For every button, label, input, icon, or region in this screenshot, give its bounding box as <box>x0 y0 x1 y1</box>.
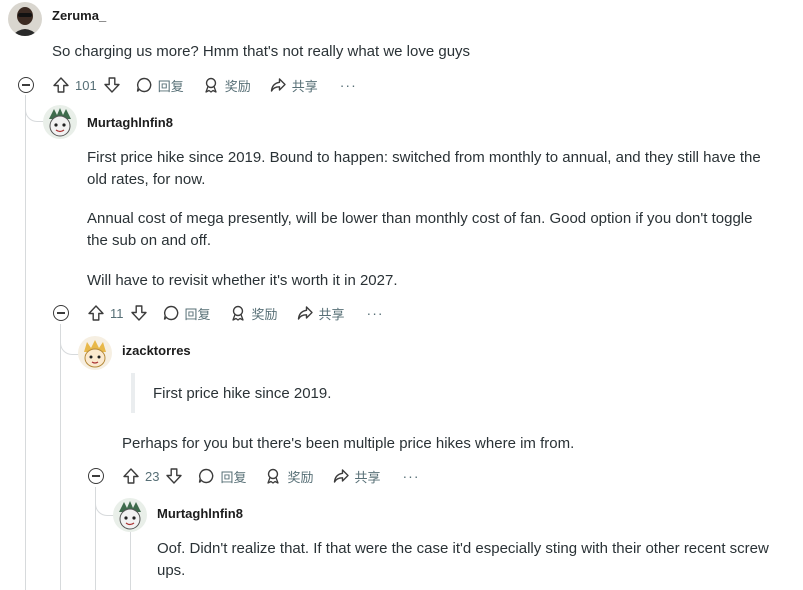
thread-line <box>60 325 61 590</box>
upvote-button[interactable] <box>87 304 105 322</box>
reply-icon <box>199 468 214 484</box>
share-label: 共享 <box>354 469 381 485</box>
more-options-button[interactable]: ··· <box>340 77 357 93</box>
thread-connector <box>25 96 44 122</box>
collapse-icon[interactable] <box>18 77 34 93</box>
comment-text: Perhaps for you but there's been multipl… <box>122 435 575 452</box>
thread-connector <box>60 324 79 355</box>
share-icon <box>270 78 286 92</box>
reply-button[interactable]: 回复 <box>197 467 246 486</box>
award-button[interactable]: 奖励 <box>264 467 314 486</box>
share-icon <box>297 306 313 320</box>
upvote-button[interactable] <box>52 76 70 94</box>
more-options-button[interactable]: ··· <box>403 468 420 484</box>
award-icon <box>205 77 217 93</box>
comment-text: So charging us more? Hmm that's not real… <box>52 43 471 60</box>
reply-icon <box>163 305 178 321</box>
award-label: 奖励 <box>287 469 314 485</box>
collapse-icon[interactable] <box>53 305 69 321</box>
downvote-button[interactable] <box>103 76 121 94</box>
share-button[interactable]: 共享 <box>332 467 381 486</box>
avatar[interactable] <box>78 336 112 370</box>
share-label: 共享 <box>318 306 345 322</box>
share-label: 共享 <box>291 78 318 94</box>
comment-text: the sub on and off. <box>87 232 211 249</box>
downvote-button[interactable] <box>130 304 148 322</box>
thread-connector <box>95 487 114 516</box>
downvote-button[interactable] <box>165 467 183 485</box>
avatar[interactable] <box>8 2 42 36</box>
more-options-button[interactable]: ··· <box>367 305 384 321</box>
upvote-button[interactable] <box>122 467 140 485</box>
username[interactable]: izacktorres <box>122 343 191 358</box>
comment-text: Oof. Didn't realize that. If that were t… <box>157 540 769 557</box>
avatar[interactable] <box>113 498 147 532</box>
share-icon <box>333 469 349 483</box>
quoted-text: First price hike since 2019. <box>131 373 331 413</box>
upvote-icon <box>88 305 104 321</box>
reply-label: 回复 <box>157 78 184 94</box>
share-button[interactable]: 共享 <box>296 304 345 323</box>
downvote-icon <box>104 77 120 93</box>
username[interactable]: Murtaghlnfin8 <box>87 115 173 130</box>
reply-button[interactable]: 回复 <box>135 76 184 95</box>
reply-label: 回复 <box>184 306 211 322</box>
award-label: 奖励 <box>251 306 278 322</box>
thread-line <box>130 532 131 590</box>
award-icon <box>267 468 280 484</box>
vote-count: 11 <box>110 305 124 321</box>
award-label: 奖励 <box>224 78 251 94</box>
comment-actions: 23 回复 奖励 共享 ··· <box>122 464 420 488</box>
upvote-icon <box>123 468 139 484</box>
username[interactable]: Murtaghlnfin8 <box>157 506 243 521</box>
reply-label: 回复 <box>220 469 247 485</box>
username[interactable]: Zeruma_ <box>52 8 106 23</box>
comment-text: old rates, for now. <box>87 171 206 188</box>
comment-text: Annual cost of mega presently, will be l… <box>87 210 753 227</box>
share-button[interactable]: 共享 <box>269 76 318 95</box>
comment-text: Will have to revisit whether it's worth … <box>87 272 398 289</box>
upvote-icon <box>53 77 69 93</box>
downvote-icon <box>130 305 147 321</box>
downvote-icon <box>166 468 183 484</box>
avatar[interactable] <box>43 105 77 139</box>
reply-icon <box>136 77 152 93</box>
comment-actions: 101 回复 奖励 共享 ··· <box>52 73 357 97</box>
award-button[interactable]: 奖励 <box>202 76 251 95</box>
comment-text: First price hike since 2019. Bound to ha… <box>87 149 761 166</box>
comment-text: ups. <box>157 562 186 579</box>
vote-count: 23 <box>145 468 160 484</box>
collapse-icon[interactable] <box>88 468 104 484</box>
award-icon <box>231 305 244 321</box>
thread-line <box>25 95 26 590</box>
award-button[interactable]: 奖励 <box>229 304 278 323</box>
comment-actions: 11 回复 奖励 共享 ··· <box>87 301 384 325</box>
reply-button[interactable]: 回复 <box>162 304 211 323</box>
vote-count: 101 <box>75 77 97 93</box>
